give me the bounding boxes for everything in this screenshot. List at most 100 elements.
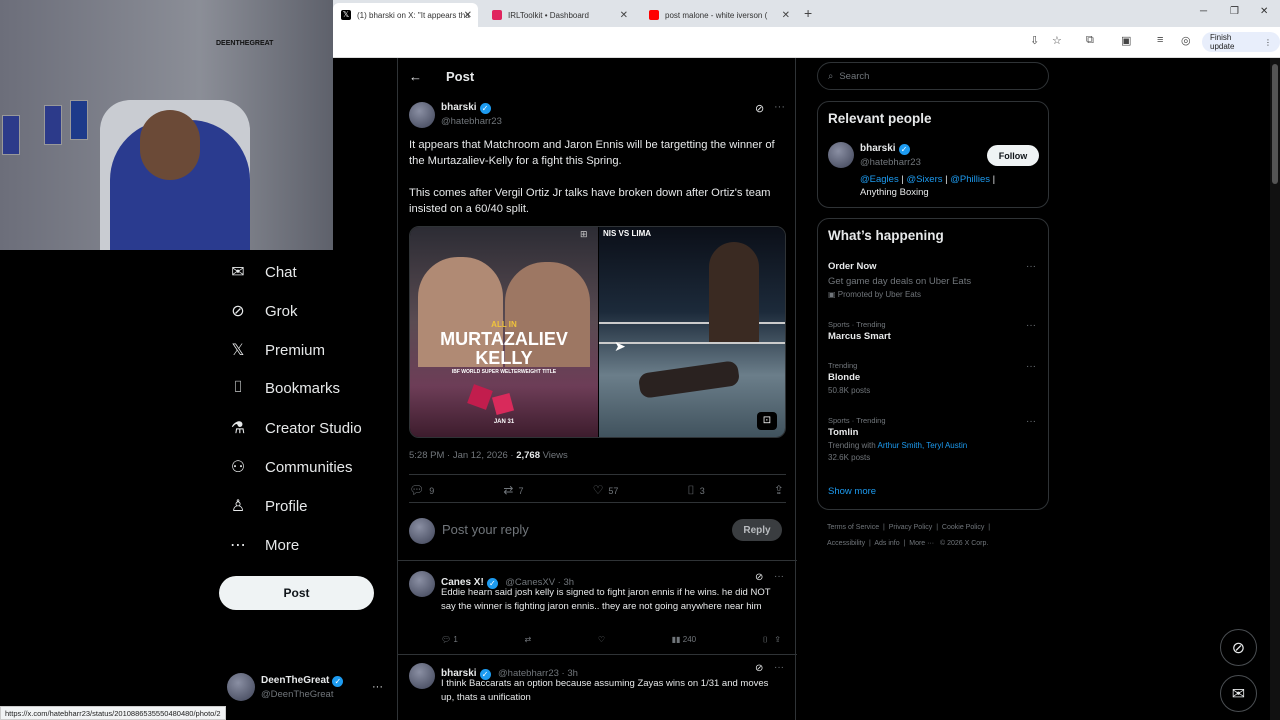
account-switcher[interactable]: DeenTheGreat ✓ @DeenTheGreat ··· xyxy=(227,673,383,701)
media-image-right[interactable]: NIS VS LIMA ⊡ xyxy=(599,227,785,437)
footer-link[interactable]: More ··· xyxy=(909,540,934,547)
page-title: Post xyxy=(446,68,475,84)
alt-text-icon[interactable]: ⊡ xyxy=(757,412,777,430)
new-tab-icon[interactable]: + xyxy=(804,5,812,21)
reply-input[interactable]: Post your reply xyxy=(442,522,529,537)
reply-action[interactable]: 💬︎ 9 xyxy=(409,483,434,498)
profile-icon[interactable]: ◎ xyxy=(1181,34,1191,47)
tab-irltoolkit[interactable]: IRLToolkit • Dashboard ✕ xyxy=(484,3,634,27)
show-more-link[interactable]: Show more xyxy=(828,486,876,497)
grok-icon[interactable]: ⊘ xyxy=(755,663,763,674)
close-tab-icon[interactable]: ✕ xyxy=(464,10,472,21)
finish-update-button[interactable]: Finish update ⋮ xyxy=(1202,32,1280,52)
media-image-left[interactable]: ALL IN MURTAZALIEV KELLY IBF WORLD SUPER… xyxy=(410,227,598,437)
more-dots-icon[interactable]: ··· xyxy=(774,662,784,673)
post-author[interactable]: bharski ✓ @hatebharr23 xyxy=(441,102,502,127)
post-button[interactable]: Post xyxy=(219,576,374,610)
media-top-text: NIS VS LIMA xyxy=(603,229,652,238)
poster-title-2: KELLY xyxy=(475,348,533,368)
close-window-icon[interactable]: ✕ xyxy=(1260,6,1268,17)
media-control-icon[interactable]: ≡ xyxy=(1157,34,1163,46)
nav-more[interactable]: ⋯ More xyxy=(227,535,299,555)
search-icon: ⌕ xyxy=(828,70,834,82)
avatar[interactable] xyxy=(409,571,435,597)
close-tab-icon[interactable]: ✕ xyxy=(620,10,628,21)
more-dots-icon[interactable]: ··· xyxy=(1026,361,1036,372)
more-dots-icon[interactable]: ··· xyxy=(774,571,784,582)
close-tab-icon[interactable]: ✕ xyxy=(782,10,790,21)
nav-chat[interactable]: ✉ Chat xyxy=(227,262,296,282)
tab-youtube[interactable]: post malone - white iverson ( ✕ xyxy=(641,3,796,27)
divider xyxy=(398,560,797,561)
tab-x-post[interactable]: 𝕏 (1) bharski on X: "It appears tha ✕ xyxy=(333,3,478,27)
reply-button[interactable]: Reply xyxy=(732,519,782,541)
bio-link[interactable]: @Sixers xyxy=(906,174,942,185)
nav-grok[interactable]: ⊘ Grok xyxy=(227,301,297,321)
bookmark-action[interactable]: ⌷ 3 xyxy=(688,483,705,498)
footer-link[interactable]: Cookie Policy xyxy=(942,524,984,531)
finish-update-label: Finish update xyxy=(1210,33,1235,51)
more-dots-icon[interactable]: ··· xyxy=(774,101,785,113)
views-action[interactable]: ▮▮ 240 xyxy=(672,635,696,645)
grok-icon[interactable]: ⊘ xyxy=(755,102,764,115)
extensions-icon[interactable]: ⧉ xyxy=(1086,34,1094,47)
irltoolkit-icon xyxy=(492,10,502,20)
nav-profile[interactable]: ♙ Profile xyxy=(227,496,308,516)
webcam-head xyxy=(140,110,200,180)
trend-links[interactable]: Arthur Smith, Teryl Austin xyxy=(878,441,968,450)
bio-link[interactable]: @Eagles xyxy=(860,174,899,185)
trend-item[interactable]: Sports · Trending Marcus Smart ··· xyxy=(828,320,1040,342)
bookmark-icon[interactable]: ⌷ ⇪ xyxy=(763,635,781,645)
post-media[interactable]: ALL IN MURTAZALIEV KELLY IBF WORLD SUPER… xyxy=(409,226,786,438)
bookmark-icon: ⌷ xyxy=(233,379,243,396)
webcam-logo: DEENTHEGREAT xyxy=(216,40,274,47)
nav-label: Premium xyxy=(265,341,326,359)
follow-button[interactable]: Follow xyxy=(987,145,1039,166)
star-icon[interactable]: ☆ xyxy=(1052,34,1062,47)
comment-text: Eddie hearn said josh kelly is signed to… xyxy=(441,587,771,612)
avatar[interactable] xyxy=(409,663,435,689)
avatar[interactable] xyxy=(409,102,435,128)
footer-link[interactable]: Privacy Policy xyxy=(889,524,933,531)
bio-text: Anything Boxing xyxy=(860,187,929,198)
more-dots-icon[interactable]: ··· xyxy=(1026,320,1036,331)
author-handle: @hatebharr23 xyxy=(441,116,502,127)
nav-bookmarks[interactable]: ⌷ Bookmarks xyxy=(227,379,340,397)
mouse-cursor-icon: ➤ xyxy=(614,338,626,354)
footer-link[interactable]: Accessibility xyxy=(827,540,865,547)
minimize-icon[interactable]: ─ xyxy=(1200,6,1207,17)
footer-link[interactable]: Terms of Service xyxy=(827,524,879,531)
maximize-icon[interactable]: ❐ xyxy=(1230,6,1239,17)
repost-icon[interactable]: ⇄ xyxy=(525,635,532,645)
like-action[interactable]: ♡ 57 xyxy=(593,483,619,498)
heart-icon[interactable]: ♡ xyxy=(598,635,605,645)
scrollbar-thumb[interactable] xyxy=(1272,64,1278,184)
avatar[interactable] xyxy=(828,142,854,168)
scrollbar[interactable] xyxy=(1270,58,1280,720)
repost-action[interactable]: ⇄ 7 xyxy=(503,483,523,498)
nav-creator-studio[interactable]: ⚗ Creator Studio xyxy=(227,418,362,438)
back-arrow-icon[interactable]: ← xyxy=(409,69,422,84)
link-status-bar: https://x.com/hatebharr23/status/2010886… xyxy=(0,706,226,720)
more-dots-icon[interactable]: ··· xyxy=(1026,416,1036,427)
more-dots-icon[interactable]: ··· xyxy=(1026,261,1036,272)
nav-label: Profile xyxy=(265,497,308,515)
grok-icon[interactable]: ⊘ xyxy=(755,572,763,583)
grok-fab-button[interactable]: ⊘ xyxy=(1220,629,1257,666)
footer-link[interactable]: Ads info xyxy=(874,540,899,547)
search-input[interactable]: ⌕ Search xyxy=(817,62,1049,90)
bio-link[interactable]: @Phillies xyxy=(950,174,990,185)
nav-communities[interactable]: ⚇ Communities xyxy=(227,457,353,477)
repost-icon: ⇄ xyxy=(503,483,514,497)
card-title: Relevant people xyxy=(828,111,932,126)
person-name[interactable]: bharski xyxy=(860,143,896,154)
nav-premium[interactable]: 𝕏 Premium xyxy=(227,340,325,360)
reply-action[interactable]: 💬︎ 1 xyxy=(441,635,458,645)
install-icon[interactable]: ⇩ xyxy=(1030,34,1039,47)
share-action[interactable]: ⇪ xyxy=(774,483,789,498)
messages-fab-button[interactable]: ✉ xyxy=(1220,675,1257,712)
split-view-icon[interactable]: ▣ xyxy=(1121,34,1131,47)
trend-item[interactable]: Trending Blonde 50.8K posts ··· xyxy=(828,361,1040,395)
trend-item[interactable]: Sports · Trending Tomlin Trending with A… xyxy=(828,416,1040,462)
trend-item[interactable]: Order Now Get game day deals on Uber Eat… xyxy=(828,261,1040,299)
